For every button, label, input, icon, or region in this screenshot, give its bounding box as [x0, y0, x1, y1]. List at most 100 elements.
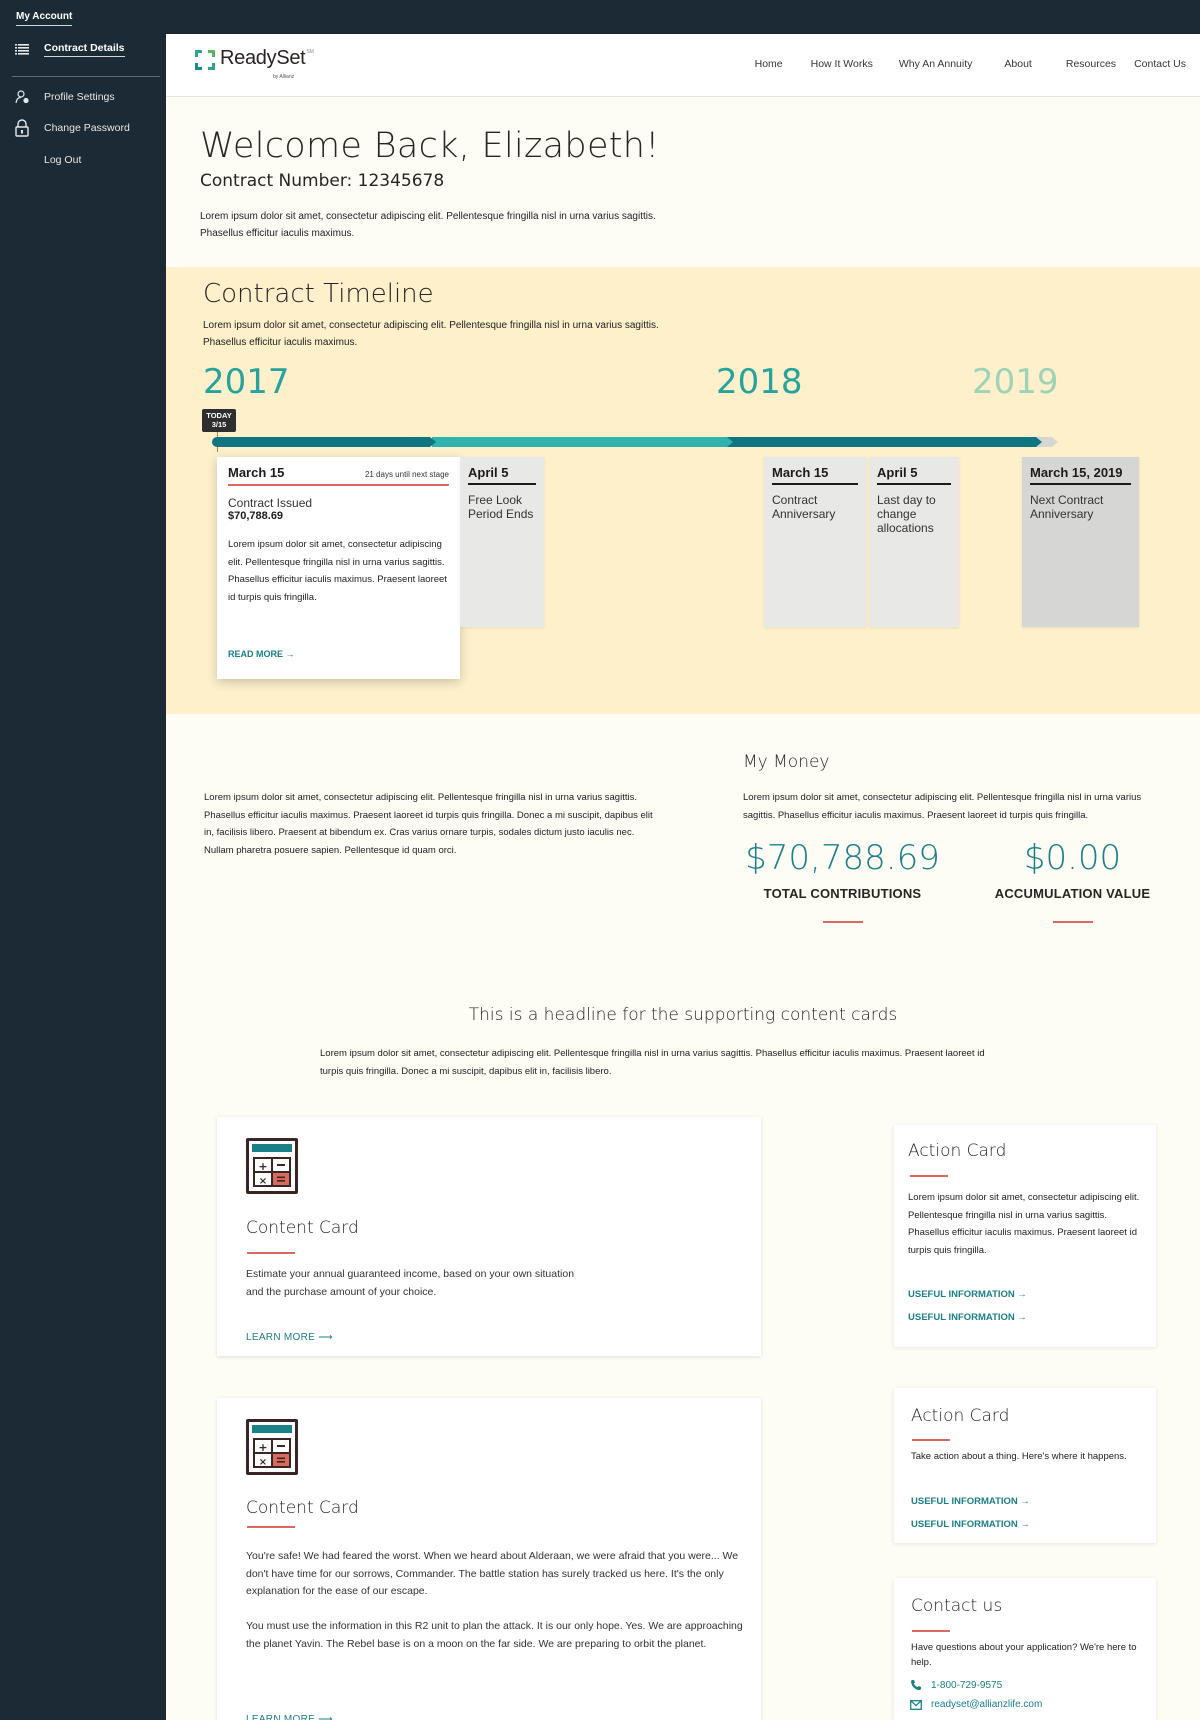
- nav-home[interactable]: Home: [755, 58, 783, 70]
- useful-information-link[interactable]: USEFUL INFORMATION →: [908, 1289, 1027, 1300]
- total-contributions-stat: $70,788.69 TOTAL CONTRIBUTIONS: [735, 838, 950, 923]
- contact-phone-link[interactable]: 1-800-729-9575: [910, 1679, 1002, 1691]
- nav-why-an-annuity[interactable]: Why An Annuity: [899, 58, 973, 70]
- read-more-link[interactable]: READ MORE →: [228, 649, 295, 659]
- current-milestone-card: March 15 21 days until next stage Contra…: [217, 457, 460, 679]
- contract-timeline: Contract Timeline Lorem ipsum dolor sit …: [166, 267, 1200, 714]
- milestone-body: Lorem ipsum dolor sit amet, consectetur …: [228, 539, 447, 603]
- readyset-logo[interactable]: ReadySet SM: [194, 47, 314, 71]
- logo-text: ReadySet: [220, 47, 306, 69]
- my-money-title: My Money: [743, 752, 830, 772]
- calculator-icon: + ×: [246, 1138, 298, 1194]
- milestone-card[interactable]: April 5 Last day to change allocations: [869, 457, 959, 627]
- countdown: 21 days until next stage: [364, 470, 449, 479]
- stat-rule: [822, 921, 863, 923]
- useful-information-link[interactable]: USEFUL INFORMATION →: [911, 1496, 1030, 1507]
- welcome-section: Welcome Back, Elizabeth! Contract Number…: [166, 98, 1200, 266]
- action-card-text: Lorem ipsum dolor sit amet, consectetur …: [908, 1192, 1140, 1256]
- nav-how-it-works[interactable]: How It Works: [811, 58, 873, 70]
- page-title: Welcome Back, Elizabeth!: [200, 126, 660, 166]
- nav-contact-us[interactable]: Contact Us: [1134, 58, 1186, 70]
- content-card-title: Content Card: [246, 1218, 359, 1238]
- action-card: Action Card Take action about a thing. H…: [894, 1388, 1156, 1543]
- title-rule: [912, 1439, 950, 1441]
- supporting-text: Lorem ipsum dolor sit amet, consectetur …: [320, 1048, 985, 1077]
- svg-text:×: ×: [259, 1457, 267, 1468]
- learn-more-link[interactable]: LEARN MORE ⟶: [246, 1332, 333, 1343]
- today-marker: TODAY 3/15: [202, 409, 236, 432]
- list-icon: [0, 44, 44, 55]
- service-mark: SM: [306, 49, 314, 55]
- milestone-card[interactable]: March 15 Contract Anniversary: [764, 457, 866, 627]
- content-card-text-2: You must use the information in this R2 …: [246, 1620, 743, 1650]
- welcome-text: Lorem ipsum dolor sit amet, consectetur …: [200, 211, 656, 239]
- svg-text:+: +: [258, 1441, 267, 1454]
- timeline-segment-free-look: [432, 437, 733, 447]
- sidebar-item-label: Profile Settings: [44, 91, 115, 103]
- top-bar: [0, 0, 1200, 34]
- useful-information-link[interactable]: USEFUL INFORMATION →: [908, 1312, 1027, 1323]
- stat-label: TOTAL CONTRIBUTIONS: [763, 886, 922, 901]
- year-2019: 2019: [972, 362, 1059, 402]
- contract-number: Contract Number: 12345678: [200, 171, 445, 191]
- milestone-date: March 15: [228, 465, 285, 480]
- content-card: + × Content Card Estimate your annual gua…: [217, 1117, 761, 1356]
- content-card: + × Content Card You're safe! We had fear…: [217, 1398, 761, 1720]
- action-card-title: Action Card: [908, 1141, 1007, 1161]
- contact-text: Have questions about your application? W…: [911, 1642, 1137, 1668]
- my-account-label: My Account: [16, 11, 73, 26]
- sidebar: My Account Contract Details Profile Sett…: [0, 0, 166, 1720]
- action-card: Action Card Lorem ipsum dolor sit amet, …: [894, 1125, 1156, 1347]
- svg-text:×: ×: [259, 1176, 267, 1187]
- milestone-status: Contract Issued: [228, 496, 313, 510]
- sidebar-item-log-out[interactable]: Log Out: [0, 154, 166, 166]
- contact-email-link[interactable]: readyset@allianzlife.com: [910, 1699, 1042, 1710]
- sidebar-item-label: Change Password: [44, 122, 130, 134]
- contact-card: Contact us Have questions about your app…: [894, 1578, 1156, 1720]
- timeline-title: Contract Timeline: [203, 279, 434, 309]
- action-card-title: Action Card: [911, 1406, 1010, 1426]
- year-2017: 2017: [203, 362, 290, 402]
- learn-more-link[interactable]: LEARN MORE ⟶: [246, 1714, 333, 1720]
- stat-value: $70,788.69: [745, 838, 940, 878]
- calculator-icon: + ×: [246, 1419, 298, 1475]
- timeline-text: Lorem ipsum dolor sit amet, consectetur …: [203, 320, 659, 348]
- sidebar-item-contract-details[interactable]: Contract Details: [0, 42, 166, 57]
- user-settings-icon: [0, 90, 44, 104]
- action-card-text: Take action about a thing. Here's where …: [911, 1451, 1127, 1462]
- milestone-card[interactable]: March 15, 2019 Next Contract Anniversary: [1022, 457, 1139, 627]
- title-rule: [247, 1526, 295, 1528]
- arrow-right-icon: ⟶: [318, 1332, 333, 1343]
- phone-icon: [910, 1679, 924, 1691]
- nav-resources[interactable]: Resources: [1066, 58, 1116, 70]
- money-intro-text: Lorem ipsum dolor sit amet, consectetur …: [204, 792, 653, 856]
- stat-value: $0.00: [1023, 838, 1122, 878]
- timeline-segment-current: [212, 437, 436, 447]
- site-header: ReadySet SM by Allianz Home How It Works…: [166, 34, 1200, 97]
- my-money-text: Lorem ipsum dolor sit amet, consectetur …: [743, 792, 1142, 821]
- sidebar-item-label: Log Out: [44, 154, 82, 166]
- title-rule: [912, 1630, 950, 1632]
- content-card-text: Estimate your annual guaranteed income, …: [246, 1268, 575, 1298]
- sidebar-item-change-password[interactable]: Change Password: [0, 119, 166, 137]
- useful-information-link[interactable]: USEFUL INFORMATION →: [911, 1519, 1030, 1530]
- arrow-right-icon: ⟶: [318, 1714, 333, 1720]
- title-rule: [910, 1175, 948, 1177]
- mail-icon: [910, 1699, 924, 1710]
- sidebar-item-label: Contract Details: [44, 42, 125, 57]
- svg-text:+: +: [258, 1160, 267, 1173]
- sidebar-item-profile-settings[interactable]: Profile Settings: [0, 90, 166, 104]
- contact-title: Contact us: [911, 1596, 1003, 1616]
- timeline-bar: [212, 437, 1058, 447]
- logo-subtitle: by Allianz: [273, 74, 295, 80]
- supporting-headline: This is a headline for the supporting co…: [468, 1005, 898, 1025]
- nav-about[interactable]: About: [1004, 58, 1031, 70]
- accumulation-value-stat: $0.00 ACCUMULATION VALUE: [980, 838, 1165, 923]
- logo-mark-icon: [194, 49, 216, 71]
- lock-icon: [0, 119, 44, 137]
- sidebar-divider: [12, 76, 160, 77]
- content-card-title: Content Card: [246, 1498, 359, 1518]
- title-rule: [247, 1252, 295, 1254]
- content-card-text: You're safe! We had feared the worst. Wh…: [246, 1550, 739, 1597]
- milestone-card[interactable]: April 5 Free Look Period Ends: [460, 457, 544, 627]
